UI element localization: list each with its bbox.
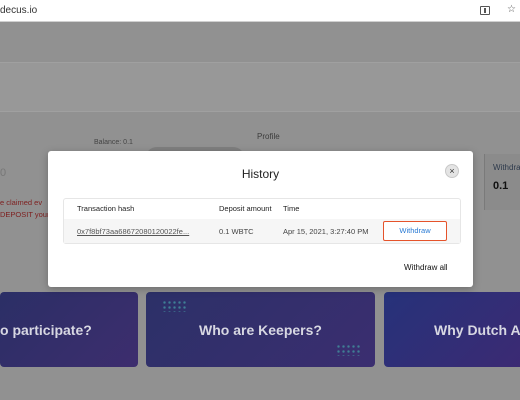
withdraw-button[interactable]: Withdraw xyxy=(383,221,447,241)
profile-label: Profile xyxy=(257,132,280,141)
warning-line-1: e claimed ev xyxy=(0,198,43,207)
modal-title: History xyxy=(241,167,280,181)
table-row: 0x7f8bf73aa68672080120022fe... 0.1 WBTC … xyxy=(64,219,460,243)
transaction-time: Apr 15, 2021, 3:27:40 PM xyxy=(283,227,369,236)
translate-icon[interactable] xyxy=(480,6,490,15)
info-card-label: Why Dutch Au xyxy=(434,321,520,338)
info-card-dutch-auction[interactable]: Why Dutch Au xyxy=(384,292,520,367)
header-band xyxy=(0,62,520,112)
browser-url-bar[interactable]: decus.io ☆ xyxy=(0,0,520,22)
dots-decoration xyxy=(162,300,186,312)
url-text[interactable]: decus.io xyxy=(0,5,37,16)
amount-input[interactable]: 0 xyxy=(0,167,6,179)
deposit-amount: 0.1 WBTC xyxy=(219,227,254,236)
withdraw-all-button[interactable]: Withdraw all xyxy=(404,263,448,272)
history-modal: History × Transaction hash Deposit amoun… xyxy=(48,151,473,287)
info-card-keepers[interactable]: Who are Keepers? xyxy=(146,292,375,367)
column-header-amount: Deposit amount xyxy=(219,204,272,213)
close-icon[interactable]: × xyxy=(445,164,459,178)
info-card-label: Who are Keepers? xyxy=(199,321,322,338)
history-table: Transaction hash Deposit amount Time 0x7… xyxy=(63,198,461,244)
transaction-hash-link[interactable]: 0x7f8bf73aa68672080120022fe... xyxy=(77,227,189,236)
withdraw-card-label: Withdra xyxy=(493,163,520,172)
withdraw-card-value: 0.1 xyxy=(493,180,509,192)
warning-text: e claimed ev DEPOSIT your xyxy=(0,197,49,221)
balance-label: Balance: 0.1 xyxy=(94,139,133,146)
info-card-participate[interactable]: o participate? xyxy=(0,292,138,367)
dots-decoration xyxy=(336,344,360,356)
column-header-hash: Transaction hash xyxy=(77,204,135,213)
info-card-label: o participate? xyxy=(0,321,92,338)
column-header-time: Time xyxy=(283,204,300,213)
warning-line-2: DEPOSIT your xyxy=(0,210,50,219)
bookmark-star-icon[interactable]: ☆ xyxy=(507,4,516,15)
